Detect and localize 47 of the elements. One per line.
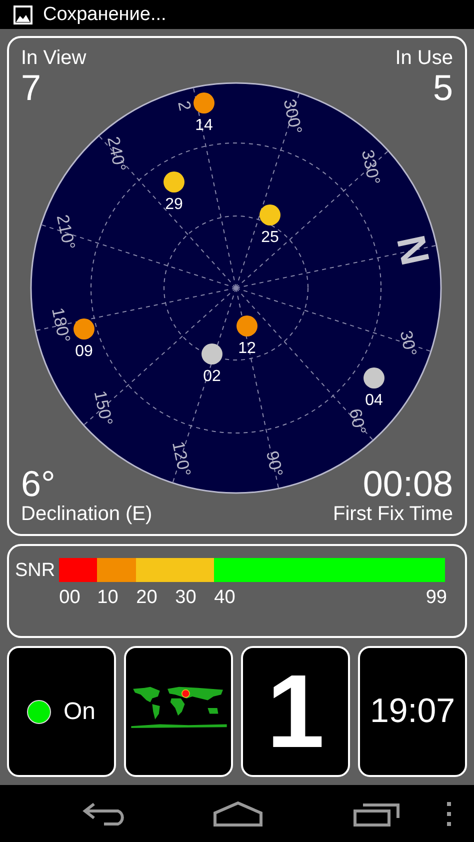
clock-tile[interactable]: 19:07	[358, 646, 467, 778]
satellite-number: 25	[261, 229, 279, 246]
overflow-menu-icon[interactable]	[446, 800, 452, 827]
gps-status-tile[interactable]: On	[7, 646, 116, 778]
azimuth-label: 60°	[345, 407, 370, 436]
satellite-number: 14	[195, 117, 213, 134]
satellite-number: 29	[165, 196, 183, 214]
azimuth-label: 150°	[90, 389, 116, 428]
home-icon[interactable]	[213, 800, 263, 827]
satellite-number: 04	[365, 392, 383, 410]
in-use-count: 5	[432, 70, 453, 106]
declination-value: 6°	[21, 466, 56, 502]
azimuth-label: 2	[174, 100, 195, 113]
snr-tick: 99	[426, 587, 447, 610]
azimuth-label: 300°	[280, 98, 306, 136]
azimuth-label: 240°	[104, 135, 130, 174]
snr-tick: 40	[214, 587, 236, 610]
azimuth-label: 120°	[168, 440, 194, 478]
world-map-icon	[130, 684, 226, 729]
notification-title: Сохранение...	[43, 4, 166, 26]
first-fix-time: 00:08	[362, 466, 453, 502]
snr-tick: 30	[175, 587, 198, 610]
in-view-count: 7	[21, 70, 42, 106]
azimuth-label: 330°	[358, 148, 384, 187]
azimuth-label: 90°	[262, 450, 286, 479]
north-label: N	[388, 232, 438, 270]
image-icon	[13, 4, 33, 25]
azimuth-label: 30°	[396, 329, 420, 358]
snr-tick: 10	[97, 587, 120, 610]
snr-tick: 20	[136, 587, 158, 610]
declination-label: Declination (E)	[21, 504, 152, 524]
satellite-number: 12	[238, 340, 256, 358]
snr-tick: 00	[59, 587, 82, 610]
satellite-number: 02	[203, 368, 221, 386]
in-use-label: In Use	[395, 48, 453, 68]
satellite-number: 09	[75, 343, 93, 360]
clock-time: 19:07	[370, 692, 456, 732]
first-fix-label: First Fix Time	[333, 504, 453, 524]
snr-label: SNR	[15, 560, 56, 582]
status-label: On	[63, 698, 96, 726]
azimuth-label: 180°	[48, 306, 74, 345]
satellite-count-tile[interactable]: 1	[241, 646, 350, 778]
azimuth-label: 210°	[52, 213, 79, 252]
fix-count: 1	[266, 660, 324, 764]
in-view-label: In View	[21, 48, 86, 68]
map-tile[interactable]	[124, 646, 233, 778]
recent-apps-icon[interactable]	[353, 800, 401, 827]
